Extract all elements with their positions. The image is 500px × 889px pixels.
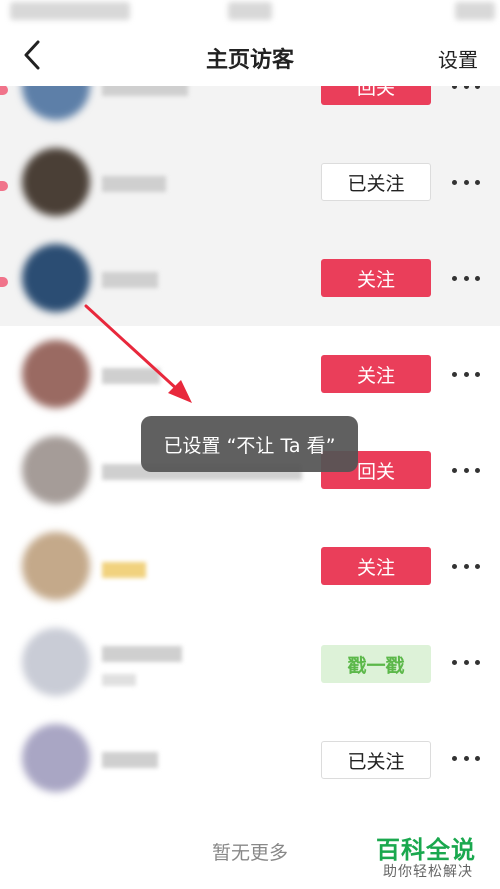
avatar[interactable] — [22, 86, 90, 120]
following-button[interactable]: 已关注 — [321, 741, 431, 779]
avatar[interactable] — [22, 628, 90, 696]
watermark-slogan: 助你轻松解决 — [383, 864, 473, 880]
unread-indicator — [0, 86, 8, 95]
status-bar-blur — [10, 2, 130, 20]
list-item: 戳一戳 — [0, 614, 500, 710]
list-item: 回关 — [0, 86, 500, 134]
status-bar-blur — [455, 2, 495, 20]
list-item: 关注 — [0, 326, 500, 422]
follow-button[interactable]: 关注 — [321, 259, 431, 297]
follow-back-button[interactable]: 回关 — [321, 86, 431, 105]
user-name-blurred[interactable] — [102, 86, 188, 96]
settings-button[interactable]: 设置 — [438, 44, 478, 73]
follow-button[interactable]: 关注 — [321, 547, 431, 585]
poke-button[interactable]: 戳一戳 — [321, 645, 431, 683]
more-horizontal-icon[interactable] — [452, 652, 480, 672]
status-bar-blur — [228, 2, 272, 20]
user-name-blurred[interactable] — [102, 176, 166, 192]
status-bar — [0, 0, 500, 26]
nav-bar: 主页访客 设置 — [0, 26, 500, 86]
user-name-blurred[interactable] — [102, 272, 158, 288]
more-horizontal-icon[interactable] — [452, 364, 480, 384]
avatar[interactable] — [22, 340, 90, 408]
watermark-logo: 百科全说 — [376, 836, 476, 864]
page-title: 主页访客 — [205, 48, 294, 73]
more-horizontal-icon[interactable] — [452, 86, 480, 96]
list-item: 关注 — [0, 518, 500, 614]
user-name-blurred[interactable] — [102, 646, 182, 662]
user-name-blurred[interactable] — [102, 562, 146, 578]
avatar[interactable] — [22, 532, 90, 600]
more-horizontal-icon[interactable] — [452, 268, 480, 288]
list-item: 关注 — [0, 230, 500, 326]
list-item: 已关注 — [0, 134, 500, 230]
more-horizontal-icon[interactable] — [452, 172, 480, 192]
more-horizontal-icon[interactable] — [452, 748, 480, 768]
avatar[interactable] — [22, 436, 90, 504]
toast-message: 已设置 “不让 Ta 看” — [141, 416, 358, 472]
more-horizontal-icon[interactable] — [452, 460, 480, 480]
unread-indicator — [0, 181, 8, 191]
avatar[interactable] — [22, 724, 90, 792]
user-subtitle-blurred — [102, 674, 136, 686]
avatar[interactable] — [22, 244, 90, 312]
follow-button[interactable]: 关注 — [321, 355, 431, 393]
more-horizontal-icon[interactable] — [452, 556, 480, 576]
unread-indicator — [0, 277, 8, 287]
user-name-blurred[interactable] — [102, 368, 160, 384]
list-item: 已关注 — [0, 710, 500, 806]
user-name-blurred[interactable] — [102, 752, 158, 768]
avatar[interactable] — [22, 148, 90, 216]
following-button[interactable]: 已关注 — [321, 163, 431, 201]
